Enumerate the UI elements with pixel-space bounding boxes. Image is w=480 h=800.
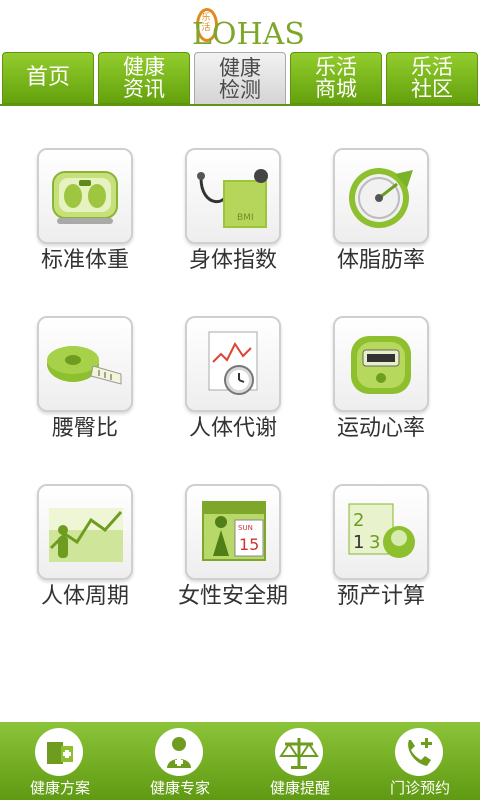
grid-label: 腰臀比	[51, 416, 118, 441]
gauge-icon	[333, 148, 429, 244]
tab-label: 首页	[25, 65, 70, 90]
bmi-icon: BMI	[185, 148, 281, 244]
bottom-nav: 健康方案 健康专家 健康提醒 门诊预约	[0, 722, 480, 800]
pregnancy-calendar-icon: 2 1 3	[333, 484, 429, 580]
grid-label: 人体周期	[40, 584, 129, 609]
grid-label: 女性安全期	[177, 584, 288, 609]
pregnancy-number: 2	[353, 510, 364, 531]
header: 乐活 LOHAS	[0, 0, 480, 50]
grid-item-due-date-calc[interactable]: 2 1 3 预产计算	[311, 484, 451, 634]
tab-home[interactable]: 首页	[2, 52, 94, 104]
bmi-text: BMI	[237, 213, 254, 223]
bottom-nav-label: 健康方案	[29, 779, 90, 797]
tab-label: 乐活	[411, 55, 453, 79]
grid-item-female-safe-period[interactable]: SUN 15 女性安全期	[163, 484, 303, 634]
balance-scale-icon	[275, 728, 323, 776]
calendar-sun-text: SUN	[238, 524, 253, 532]
grid-item-body-cycle[interactable]: 人体周期	[15, 484, 155, 634]
bottom-nav-health-plan[interactable]: 健康方案	[0, 722, 120, 800]
female-calendar-icon: SUN 15	[185, 484, 281, 580]
grid-label: 运动心率	[336, 416, 425, 441]
tab-label: 商城	[315, 77, 357, 101]
tab-label: 乐活	[315, 55, 357, 79]
tab-lohas-mall[interactable]: 乐活 商城	[290, 52, 382, 104]
bottom-nav-label: 健康专家	[149, 779, 210, 797]
pregnancy-number: 3	[369, 532, 380, 553]
bottom-nav-health-expert[interactable]: 健康专家	[120, 722, 240, 800]
tab-lohas-community[interactable]: 乐活 社区	[386, 52, 478, 104]
pregnancy-number: 1	[353, 532, 364, 553]
tab-underline	[0, 104, 480, 106]
body-cycle-chart-icon	[37, 484, 133, 580]
grid-label: 预产计算	[336, 584, 425, 609]
tab-label: 社区	[411, 77, 453, 101]
doctor-icon	[155, 728, 203, 776]
grid-item-body-metabolism[interactable]: 人体代谢	[163, 316, 303, 466]
lohas-logo: 乐活 LOHAS	[190, 4, 305, 50]
top-tabs: 首页 健康 资讯 健康 检测 乐活 商城 乐活 社区	[0, 52, 480, 106]
tab-health-news[interactable]: 健康 资讯	[98, 52, 190, 104]
health-plan-icon	[35, 728, 83, 776]
grid-label: 标准体重	[40, 248, 129, 273]
grid-item-exercise-heart-rate[interactable]: 运动心率	[311, 316, 451, 466]
bottom-nav-health-reminder[interactable]: 健康提醒	[240, 722, 360, 800]
tab-label: 健康	[123, 55, 165, 79]
tab-label: 健康	[219, 56, 261, 80]
bottom-nav-label: 门诊预约	[389, 779, 450, 797]
grid-item-waist-hip-ratio[interactable]: 腰臀比	[15, 316, 155, 466]
phone-appointment-icon	[395, 728, 443, 776]
tab-health-test[interactable]: 健康 检测	[194, 52, 286, 106]
tape-measure-icon	[37, 316, 133, 412]
scale-icon	[37, 148, 133, 244]
logo-text: LOHAS	[192, 17, 305, 52]
pedometer-icon	[333, 316, 429, 412]
tab-label: 检测	[219, 78, 261, 102]
grid-label: 体脂肪率	[336, 248, 425, 273]
calendar-day-text: 15	[239, 535, 259, 554]
tab-label: 资讯	[123, 77, 165, 101]
grid-label: 身体指数	[188, 248, 277, 273]
grid-item-body-fat-rate[interactable]: 体脂肪率	[311, 148, 451, 298]
grid-item-body-index[interactable]: BMI 身体指数	[163, 148, 303, 298]
bottom-nav-label: 健康提醒	[269, 779, 330, 797]
grid-item-standard-weight[interactable]: 标准体重	[15, 148, 155, 298]
bottom-nav-clinic-appointment[interactable]: 门诊预约	[360, 722, 480, 800]
metabolism-clock-icon	[185, 316, 281, 412]
grid-label: 人体代谢	[188, 416, 277, 441]
